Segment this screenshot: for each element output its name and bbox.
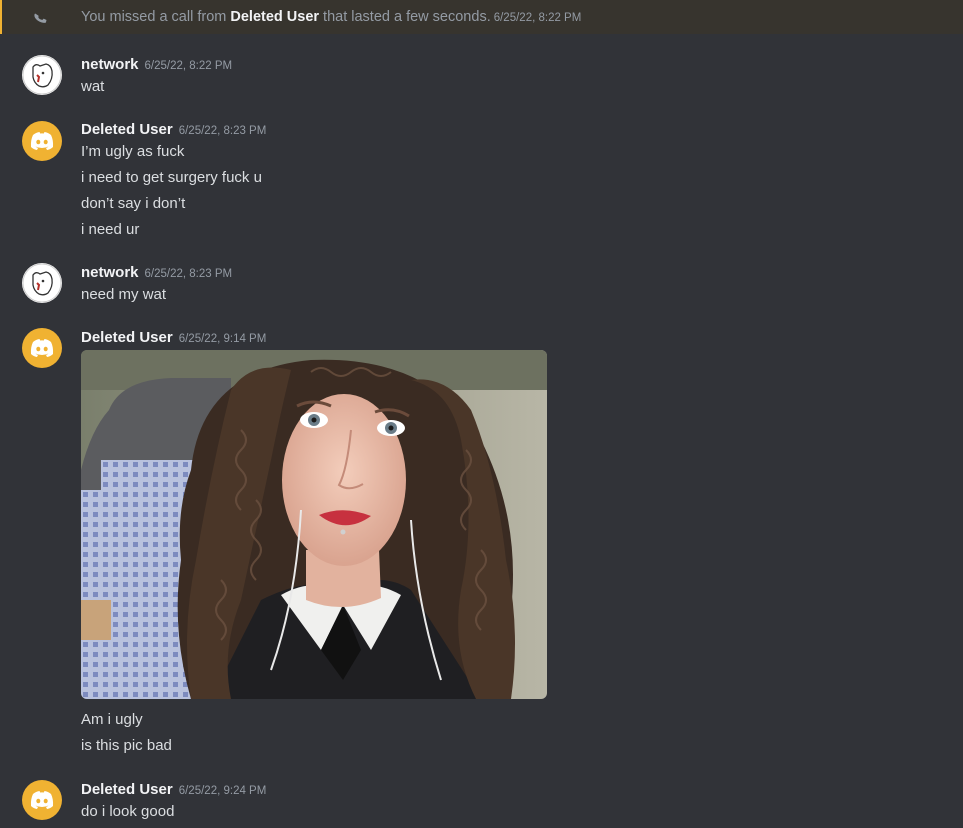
timestamp[interactable]: 6/25/22, 9:24 PM (179, 785, 267, 797)
message-header: Deleted User 6/25/22, 9:24 PM (81, 781, 266, 799)
selfie-photo (81, 350, 547, 699)
discord-logo-icon (30, 132, 54, 150)
timestamp[interactable]: 6/25/22, 8:22 PM (145, 60, 233, 72)
timestamp[interactable]: 6/25/22, 9:14 PM (179, 333, 267, 345)
message-text: i need ur (81, 221, 140, 238)
caller-name[interactable]: Deleted User (230, 9, 319, 25)
discord-logo-icon (30, 791, 54, 809)
discord-logo-icon (30, 339, 54, 357)
network-avatar-icon (22, 263, 62, 303)
username[interactable]: Deleted User (81, 121, 173, 138)
missed-call-prefix: You missed a call from (81, 9, 231, 25)
message-text: I’m ugly as fuck (81, 143, 185, 160)
avatar[interactable] (22, 263, 62, 303)
message-text: is this pic bad (81, 737, 172, 754)
username[interactable]: network (81, 56, 139, 73)
message-text: do i look good (81, 803, 175, 820)
message-text: don’t say i don’t (81, 195, 186, 212)
missed-call-notice: You missed a call from Deleted User that… (0, 0, 963, 34)
message-text: i need to get surgery fuck u (81, 169, 262, 186)
message-header: Deleted User 6/25/22, 8:23 PM (81, 121, 266, 139)
timestamp[interactable]: 6/25/22, 8:23 PM (145, 268, 233, 280)
message-header: network 6/25/22, 8:23 PM (81, 264, 232, 282)
timestamp[interactable]: 6/25/22, 8:23 PM (179, 125, 267, 137)
image-attachment[interactable] (81, 350, 547, 699)
missed-call-suffix: that lasted a few seconds. (319, 9, 491, 25)
chat-log: You missed a call from Deleted User that… (0, 0, 963, 828)
avatar[interactable] (22, 328, 62, 368)
username[interactable]: network (81, 264, 139, 281)
avatar[interactable] (22, 121, 62, 161)
message-text: Am i ugly (81, 711, 143, 728)
phone-missed-icon (34, 13, 47, 23)
avatar[interactable] (22, 780, 62, 820)
network-avatar-icon (22, 55, 62, 95)
message-text: wat (81, 78, 105, 95)
username[interactable]: Deleted User (81, 781, 173, 798)
avatar[interactable] (22, 55, 62, 95)
message-header: Deleted User 6/25/22, 9:14 PM (81, 329, 266, 347)
message-text: need my wat (81, 286, 167, 303)
missed-call-time[interactable]: 6/25/22, 8:22 PM (494, 12, 582, 24)
missed-call-text: You missed a call from Deleted User that… (81, 9, 581, 25)
message-header: network 6/25/22, 8:22 PM (81, 56, 232, 74)
username[interactable]: Deleted User (81, 329, 173, 346)
